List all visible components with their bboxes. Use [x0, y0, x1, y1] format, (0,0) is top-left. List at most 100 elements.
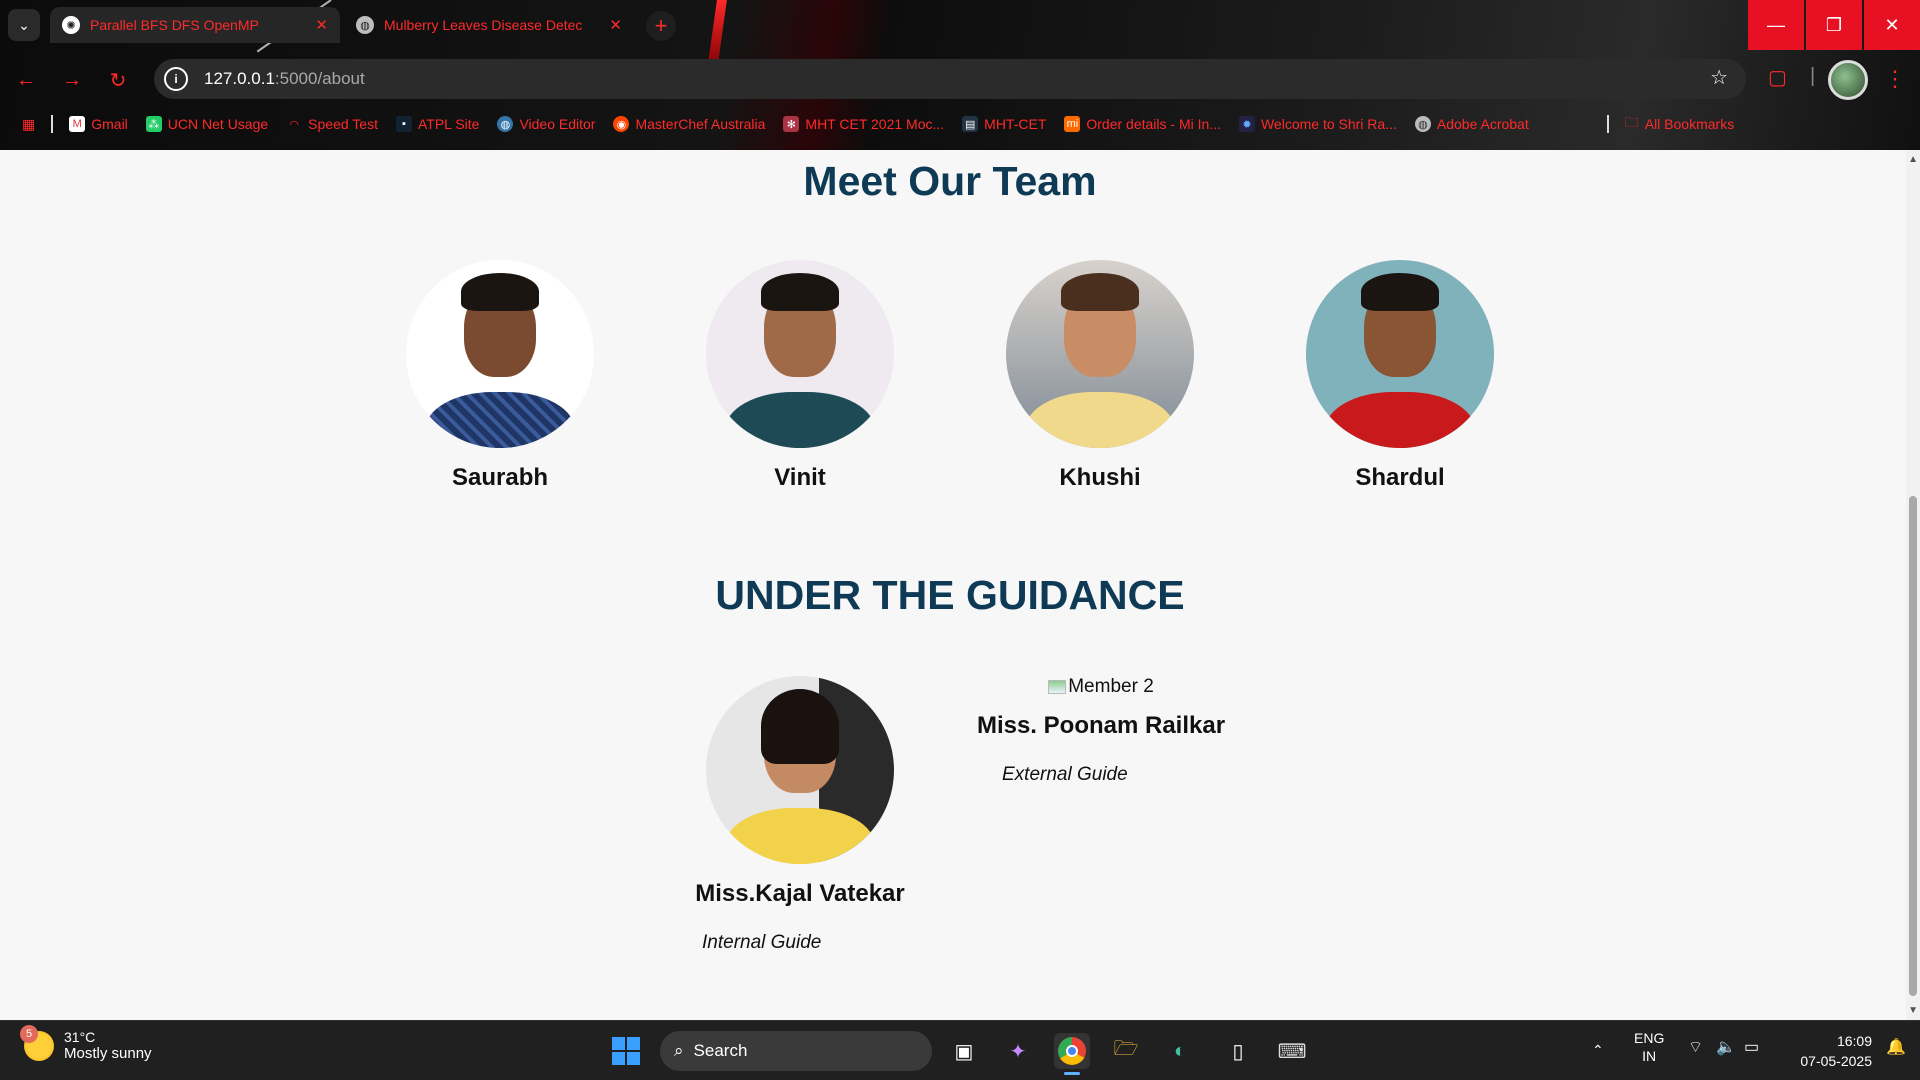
bookmark-label: All Bookmarks	[1644, 116, 1735, 132]
chrome-icon	[1058, 1037, 1086, 1065]
emblem-icon: ✹	[1238, 116, 1255, 132]
language-indicator[interactable]: ENG IN	[1634, 1029, 1664, 1065]
clock-time: 16:09	[1836, 1033, 1872, 1049]
bookmark-adobe[interactable]: ◍ Adobe Acrobat	[1414, 116, 1529, 132]
reload-button[interactable]: ↻	[102, 64, 134, 96]
edge-icon[interactable]: ◐	[1162, 1033, 1198, 1069]
page-viewport: Meet Our Team Saurabh Vinit Khushi Shard…	[0, 150, 1920, 1020]
forward-button[interactable]: →	[56, 64, 88, 96]
volume-icon[interactable]: 🔈	[1716, 1039, 1736, 1057]
tab-search-button[interactable]: ⌄	[8, 9, 40, 41]
notifications-icon[interactable]: 🔔	[1886, 1039, 1906, 1057]
restore-button[interactable]: ❐	[1806, 0, 1862, 50]
windows-taskbar: 5 31°C Mostly sunny ⌕ Search ▣ ✦ 🗁 ◐ ▯ ⌨…	[0, 1020, 1920, 1080]
doc-icon: ▤	[962, 116, 979, 132]
gmail-icon: M	[69, 116, 86, 132]
show-hidden-icons[interactable]: ⌃	[1592, 1041, 1604, 1059]
guide-internal: Miss.Kajal Vatekar Internal Guide	[670, 676, 930, 954]
taskbar-search[interactable]: ⌕ Search	[660, 1031, 932, 1071]
bookmark-label: Gmail	[91, 116, 128, 132]
guide-photo	[706, 676, 894, 864]
bookmark-mht-cet-mock[interactable]: ✻ MHT CET 2021 Moc...	[783, 116, 944, 132]
clock[interactable]: 16:09 07-05-2025	[1800, 1031, 1872, 1071]
globe-icon: ◍	[356, 16, 374, 34]
bookmark-mht-cet[interactable]: ▤ MHT-CET	[962, 116, 1046, 132]
bookmark-speedtest[interactable]: ◠ Speed Test	[286, 116, 378, 132]
address-bar[interactable]: i 127.0.0.1:5000/about ☆	[154, 59, 1746, 99]
start-button[interactable]	[608, 1033, 644, 1069]
tab-mulberry[interactable]: ◍ Mulberry Leaves Disease Detec ✕	[344, 7, 634, 43]
chrome-taskbar-icon[interactable]	[1054, 1033, 1090, 1075]
notification-badge: 5	[20, 1024, 38, 1043]
network-icon: ⁂	[145, 116, 162, 132]
battery-icon[interactable]: ▭	[1744, 1039, 1759, 1057]
member-name: Khushi	[1059, 464, 1141, 491]
search-icon: ⌕	[674, 1041, 684, 1060]
guidance-heading: UNDER THE GUIDANCE	[715, 572, 1185, 618]
bookmark-star-icon[interactable]: ☆	[1710, 65, 1728, 90]
new-tab-button[interactable]: +	[646, 11, 676, 41]
task-view-icon[interactable]: ▣	[946, 1033, 982, 1069]
close-window-button[interactable]: ✕	[1864, 0, 1920, 50]
guide-role: Internal Guide	[702, 932, 822, 953]
page-scrollbar[interactable]: ▲ ▼	[1906, 150, 1920, 1020]
scroll-up-icon[interactable]: ▲	[1908, 154, 1918, 165]
bookmark-label: Speed Test	[308, 116, 378, 132]
notepad-icon[interactable]: ▯	[1220, 1033, 1256, 1069]
bookmark-masterchef[interactable]: ◉ MasterChef Australia	[613, 116, 765, 132]
member-name: Vinit	[774, 464, 826, 491]
profile-avatar[interactable]	[1828, 60, 1868, 100]
browser-toolbar: ← → ↻ i 127.0.0.1:5000/about ☆ ▢ | ⋮	[0, 56, 1920, 102]
team-heading: Meet Our Team	[803, 158, 1097, 204]
file-explorer-icon[interactable]: 🗁	[1108, 1033, 1144, 1069]
weather-desc: Mostly sunny	[64, 1045, 152, 1062]
tab-parallel-bfs[interactable]: ✺ Parallel BFS DFS OpenMP ✕	[50, 7, 340, 43]
bookmark-video-editor[interactable]: ◍ Video Editor	[497, 116, 595, 132]
bookmark-atpl[interactable]: ▪ ATPL Site	[395, 116, 480, 132]
folder-icon: 🗀	[1624, 114, 1639, 130]
tab-title: Mulberry Leaves Disease Detec	[384, 17, 583, 33]
bookmark-ucn[interactable]: ⁂ UCN Net Usage	[145, 116, 269, 132]
bookmark-mi-order[interactable]: mi Order details - Mi In...	[1064, 116, 1221, 132]
scroll-down-icon[interactable]: ▼	[1908, 1005, 1918, 1016]
all-bookmarks[interactable]: 🗀 All Bookmarks	[1625, 112, 1734, 136]
gauge-icon: ◠	[289, 118, 299, 131]
team-member-vinit: Vinit	[670, 260, 930, 492]
team-member-khushi: Khushi	[970, 260, 1230, 492]
terminal-icon[interactable]: ⌨	[1274, 1033, 1310, 1069]
wifi-icon[interactable]: ⌔	[1688, 1039, 1703, 1057]
toolbar-divider: |	[1810, 65, 1816, 87]
bookmark-label: ATPL Site	[417, 116, 480, 132]
minimize-button[interactable]: —	[1748, 0, 1804, 50]
tab-strip: ⌄ ✺ Parallel BFS DFS OpenMP ✕ ◍ Mulberry…	[0, 0, 1920, 50]
apps-grid-icon[interactable]: ▦	[22, 116, 35, 133]
extension-icon[interactable]: ▢	[1768, 65, 1787, 90]
back-button[interactable]: ←	[10, 64, 42, 96]
bookmark-label: UCN Net Usage	[167, 116, 269, 132]
member-name: Shardul	[1355, 464, 1445, 491]
bookmark-label: Welcome to Shri Ra...	[1260, 116, 1397, 132]
globe-icon: ◍	[1414, 116, 1431, 132]
bookmark-gmail[interactable]: M Gmail	[69, 116, 128, 132]
bookmark-label: MHT CET 2021 Moc...	[805, 116, 945, 132]
site-info-icon[interactable]: i	[164, 67, 188, 91]
tab-title: Parallel BFS DFS OpenMP	[90, 17, 259, 33]
bookmarks-divider	[51, 115, 54, 133]
bookmark-shri-ra[interactable]: ✹ Welcome to Shri Ra...	[1238, 116, 1397, 132]
close-tab-icon[interactable]: ✕	[315, 16, 328, 34]
clock-date: 07-05-2025	[1800, 1053, 1872, 1069]
member-photo	[406, 260, 594, 448]
scroll-thumb[interactable]	[1909, 496, 1917, 996]
copilot-icon[interactable]: ✦	[1000, 1033, 1036, 1069]
broken-image: Member 2	[970, 676, 1232, 708]
more-menu-icon[interactable]: ⋮	[1884, 66, 1906, 92]
bookmark-label: MHT-CET	[984, 116, 1047, 132]
windows-logo-icon	[612, 1037, 640, 1065]
close-tab-icon[interactable]: ✕	[609, 16, 622, 34]
lang-line-2: IN	[1642, 1048, 1657, 1064]
weather-widget[interactable]: 5 31°C Mostly sunny	[20, 1024, 152, 1062]
member-name: Saurabh	[451, 464, 549, 491]
arrow-left-icon: ←	[16, 68, 36, 91]
url-path: :5000/about	[274, 69, 365, 88]
bookmarks-bar: ▦ M Gmail ⁂ UCN Net Usage ◠ Speed Test ▪ ATP…	[0, 112, 1920, 136]
